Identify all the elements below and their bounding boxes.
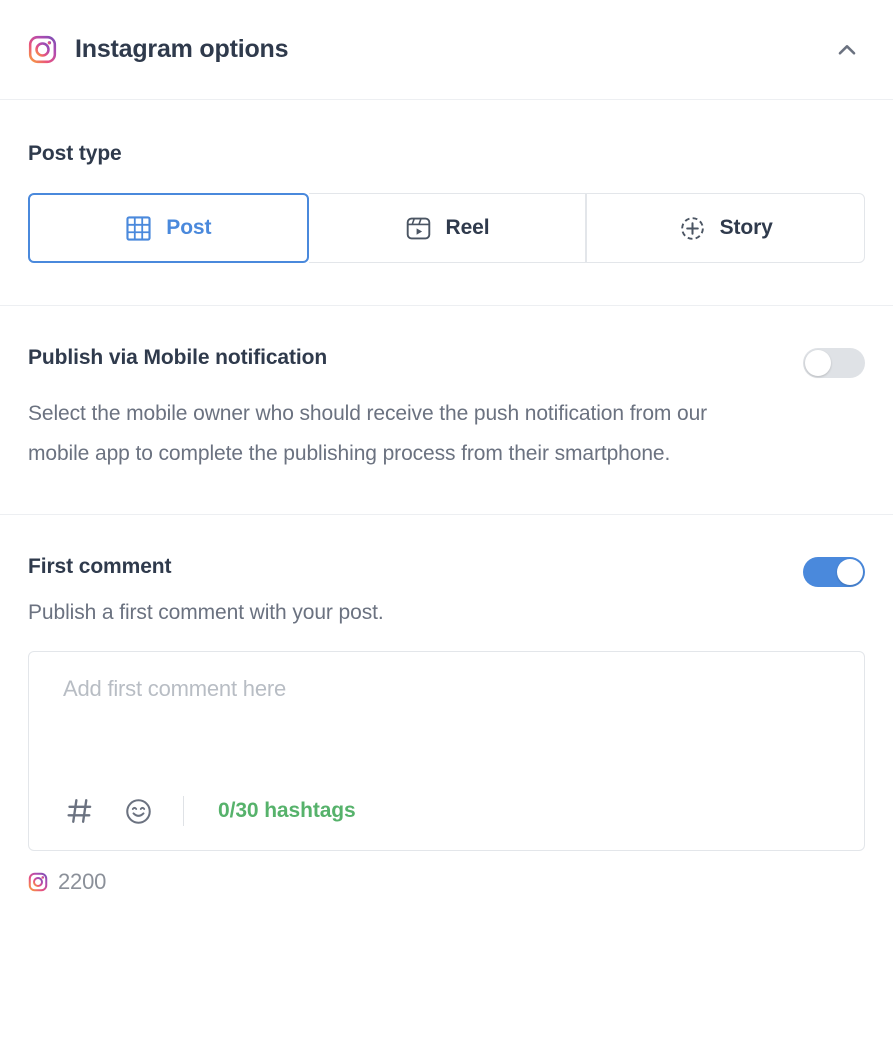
post-type-label: Post type bbox=[28, 142, 122, 165]
tab-reel[interactable]: Reel bbox=[308, 193, 587, 263]
page-title: Instagram options bbox=[75, 35, 289, 63]
tab-divider bbox=[585, 203, 587, 253]
first-comment-header: First comment bbox=[28, 555, 865, 587]
tab-story-label: Story bbox=[719, 216, 773, 239]
panel-header: Instagram options bbox=[0, 0, 893, 100]
first-comment-input[interactable]: Add first comment here bbox=[29, 652, 864, 702]
tab-post[interactable]: Post bbox=[28, 193, 309, 263]
first-comment-toggle[interactable] bbox=[803, 557, 865, 587]
grid-icon bbox=[125, 215, 152, 242]
instagram-icon bbox=[28, 872, 48, 892]
counter-value: 2200 bbox=[58, 869, 107, 894]
toggle-knob bbox=[805, 350, 831, 376]
instagram-options-panel: Instagram options Post type Post Reel St… bbox=[0, 0, 893, 1060]
first-comment-description: Publish a first comment with your post. bbox=[28, 601, 384, 624]
tab-post-label: Post bbox=[166, 216, 212, 239]
toggle-knob bbox=[837, 559, 863, 585]
post-type-section: Post type Post Reel Story bbox=[0, 100, 893, 306]
post-type-tabgroup: Post Reel Story bbox=[28, 193, 866, 263]
hashtag-counter: 0/30 hashtags bbox=[218, 799, 356, 822]
first-comment-title: First comment bbox=[28, 555, 172, 578]
emoji-smiley-icon[interactable] bbox=[121, 794, 155, 828]
first-comment-toolbar: 0/30 hashtags bbox=[29, 794, 864, 850]
mobile-notification-section: Publish via Mobile notification Select t… bbox=[0, 306, 893, 515]
toolbar-divider bbox=[183, 796, 184, 826]
instagram-icon bbox=[28, 35, 57, 64]
tab-reel-label: Reel bbox=[445, 216, 490, 239]
hashtag-icon[interactable] bbox=[63, 794, 97, 828]
mobile-notification-title: Publish via Mobile notification bbox=[28, 346, 328, 369]
reel-icon bbox=[405, 215, 432, 242]
mobile-notification-toggle[interactable] bbox=[803, 348, 865, 378]
circle-plus-icon bbox=[679, 215, 706, 242]
tab-story[interactable]: Story bbox=[586, 193, 866, 263]
character-counter: 2200 bbox=[0, 851, 893, 895]
chevron-up-icon[interactable] bbox=[829, 32, 865, 68]
first-comment-section: First comment Publish a first comment wi… bbox=[0, 515, 893, 851]
first-comment-input-box[interactable]: Add first comment here 0/30 hashtags bbox=[28, 651, 865, 851]
mobile-notification-header: Publish via Mobile notification bbox=[28, 346, 865, 378]
mobile-notification-description: Select the mobile owner who should recei… bbox=[28, 402, 708, 465]
